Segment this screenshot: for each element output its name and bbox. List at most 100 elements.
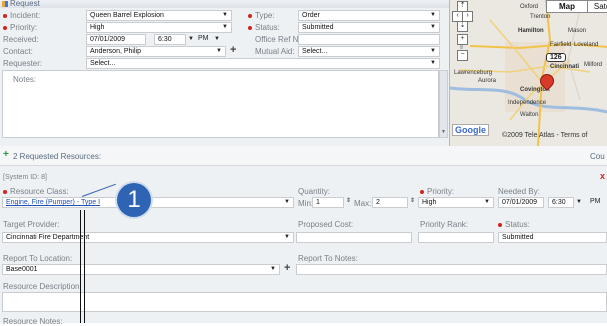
needed-by-date-field[interactable]: 07/01/2009 bbox=[498, 197, 544, 208]
contact-select[interactable]: Anderson, Philip ▼ bbox=[86, 46, 226, 57]
notes-textarea[interactable]: Notes: bbox=[2, 70, 439, 138]
google-logo: Google bbox=[452, 124, 489, 136]
report-to-location-select[interactable]: Base0001 ▼ bbox=[2, 264, 280, 275]
status-label: Status: bbox=[248, 23, 280, 32]
map-type-button[interactable]: Map bbox=[546, 0, 588, 13]
resource-priority-select[interactable]: High ▼ bbox=[418, 197, 494, 208]
chevron-down-icon: ▼ bbox=[222, 12, 228, 18]
resource-class-link[interactable]: Engine, Fire (Pumper) - Type I bbox=[6, 199, 100, 206]
remove-resource-icon[interactable]: x bbox=[600, 171, 605, 181]
office-ref-input[interactable] bbox=[298, 34, 440, 45]
type-label: Type: bbox=[248, 11, 275, 20]
pan-down-icon[interactable]: ⇣ bbox=[457, 21, 468, 32]
priority-rank-label: Priority Rank: bbox=[420, 220, 469, 229]
proposed-cost-label: Proposed Cost: bbox=[298, 220, 354, 229]
incident-select[interactable]: Queen Barrel Explosion ▼ bbox=[86, 10, 232, 21]
received-time-field[interactable]: 6:30 bbox=[154, 34, 186, 45]
received-date-field[interactable]: 07/01/2009 bbox=[86, 34, 146, 45]
system-id: [System ID: 8] bbox=[3, 174, 47, 181]
zoom-out-icon[interactable]: − bbox=[457, 50, 468, 61]
resource-priority-label: Priority: bbox=[420, 187, 454, 196]
map-view[interactable]: Oxford Trenton Hamilton Mason Fairfield … bbox=[449, 0, 607, 146]
resource-notes-label: Resource Notes: bbox=[3, 317, 63, 326]
chevron-down-icon: ▼ bbox=[216, 48, 222, 54]
min-stepper-icon[interactable]: ⇕ bbox=[346, 197, 351, 204]
callout-badge: 1 bbox=[117, 183, 151, 217]
route-shield-icon: 126 bbox=[546, 53, 566, 62]
chevron-down-icon: ▼ bbox=[430, 24, 436, 30]
target-provider-select[interactable]: Cincinnati Fire Department ▼ bbox=[2, 232, 294, 243]
received-label: Received: bbox=[3, 35, 39, 44]
add-contact-button[interactable]: + bbox=[230, 44, 236, 56]
map-place-label: Lawrenceburg bbox=[454, 70, 493, 76]
zoom-in-icon[interactable]: + bbox=[457, 34, 468, 45]
needed-by-ampm[interactable]: PM bbox=[590, 198, 601, 205]
chevron-down-icon: ▼ bbox=[430, 12, 436, 18]
report-to-notes-input[interactable] bbox=[296, 264, 607, 275]
notes-label: Notes: bbox=[13, 75, 37, 84]
needed-by-label: Needed By: bbox=[498, 187, 540, 196]
chevron-down-icon: ▼ bbox=[284, 234, 290, 240]
request-title: Request bbox=[10, 0, 40, 8]
min-quantity-input[interactable]: 1 bbox=[312, 197, 344, 208]
max-label: Max: bbox=[354, 199, 372, 208]
target-provider-label: Target Provider: bbox=[3, 220, 60, 229]
scroll-down-icon: ▼ bbox=[441, 129, 446, 135]
add-location-button[interactable]: + bbox=[284, 262, 290, 274]
report-to-location-label: Report To Location: bbox=[3, 254, 73, 263]
satellite-type-button[interactable]: Satel bbox=[587, 0, 607, 13]
requester-label: Requester: bbox=[3, 59, 43, 68]
resources-right-label: Cou bbox=[590, 152, 605, 161]
type-select[interactable]: Order ▼ bbox=[298, 10, 440, 21]
resource-class-label: Resource Class: bbox=[3, 187, 69, 196]
ampm-chevron-down-icon[interactable]: ▼ bbox=[214, 36, 220, 42]
proposed-cost-input[interactable] bbox=[296, 232, 412, 243]
max-stepper-icon[interactable]: ⇕ bbox=[410, 197, 415, 204]
map-place-label: Oxford bbox=[520, 4, 539, 10]
max-quantity-input[interactable]: 2 bbox=[372, 197, 408, 208]
map-place-label: Walton bbox=[520, 112, 539, 118]
map-place-label: Independence bbox=[508, 100, 547, 106]
priority-label: Priority: bbox=[3, 23, 37, 32]
priority-rank-input[interactable] bbox=[418, 232, 494, 243]
incident-label: Incident: bbox=[3, 11, 40, 20]
map-place-label: Milford bbox=[584, 62, 603, 68]
time-chevron-down-icon[interactable]: ▼ bbox=[576, 199, 582, 205]
report-to-notes-label: Report To Notes: bbox=[298, 254, 358, 263]
notes-scrollbar[interactable]: ▼ bbox=[439, 70, 448, 138]
requester-select[interactable]: Select... ▼ bbox=[86, 58, 440, 69]
chevron-down-icon: ▼ bbox=[484, 199, 490, 205]
map-copyright: ©2009 Tele Atlas - Terms of bbox=[502, 132, 588, 139]
zoom-slider[interactable] bbox=[460, 45, 463, 49]
resource-description-input[interactable] bbox=[2, 292, 607, 312]
resource-status-label: Status: bbox=[498, 220, 530, 229]
priority-select[interactable]: High ▼ bbox=[86, 22, 232, 33]
mutual-aid-select[interactable]: Select... ▼ bbox=[298, 46, 440, 57]
resources-header: + 2 Requested Resources: Cou bbox=[0, 146, 607, 166]
time-chevron-down-icon[interactable]: ▼ bbox=[188, 36, 194, 42]
chevron-down-icon: ▼ bbox=[430, 48, 436, 54]
map-place-label: Cincinnati bbox=[550, 64, 580, 70]
map-place-label: Mason bbox=[568, 28, 587, 34]
add-resource-icon[interactable]: + bbox=[3, 149, 9, 160]
map-place-label: Hamilton bbox=[518, 28, 544, 34]
map-place-label: Trenton bbox=[530, 14, 551, 20]
received-ampm[interactable]: PM bbox=[198, 35, 209, 42]
map-place-label: Fairfield bbox=[550, 42, 572, 48]
status-select[interactable]: Submitted ▼ bbox=[298, 22, 440, 33]
chevron-down-icon: ▼ bbox=[430, 60, 436, 66]
resource-description-label: Resource Description: bbox=[3, 282, 82, 291]
callout-pointer-line bbox=[80, 210, 81, 323]
chevron-down-icon: ▼ bbox=[222, 24, 228, 30]
map-place-label: Aurora bbox=[478, 78, 497, 84]
quantity-label: Quantity: bbox=[298, 187, 331, 196]
map-place-label: Loveland bbox=[574, 42, 599, 48]
needed-by-time-field[interactable]: 6:30 bbox=[548, 197, 574, 208]
callout-pointer-line-2 bbox=[84, 210, 85, 323]
min-label: Min: bbox=[298, 199, 314, 208]
chevron-down-icon: ▼ bbox=[284, 199, 290, 205]
resources-title: 2 Requested Resources: bbox=[13, 152, 102, 161]
resource-status-field[interactable]: Submitted bbox=[498, 232, 607, 243]
chevron-down-icon: ▼ bbox=[270, 266, 276, 272]
mutual-aid-label: Mutual Aid: bbox=[255, 47, 295, 56]
